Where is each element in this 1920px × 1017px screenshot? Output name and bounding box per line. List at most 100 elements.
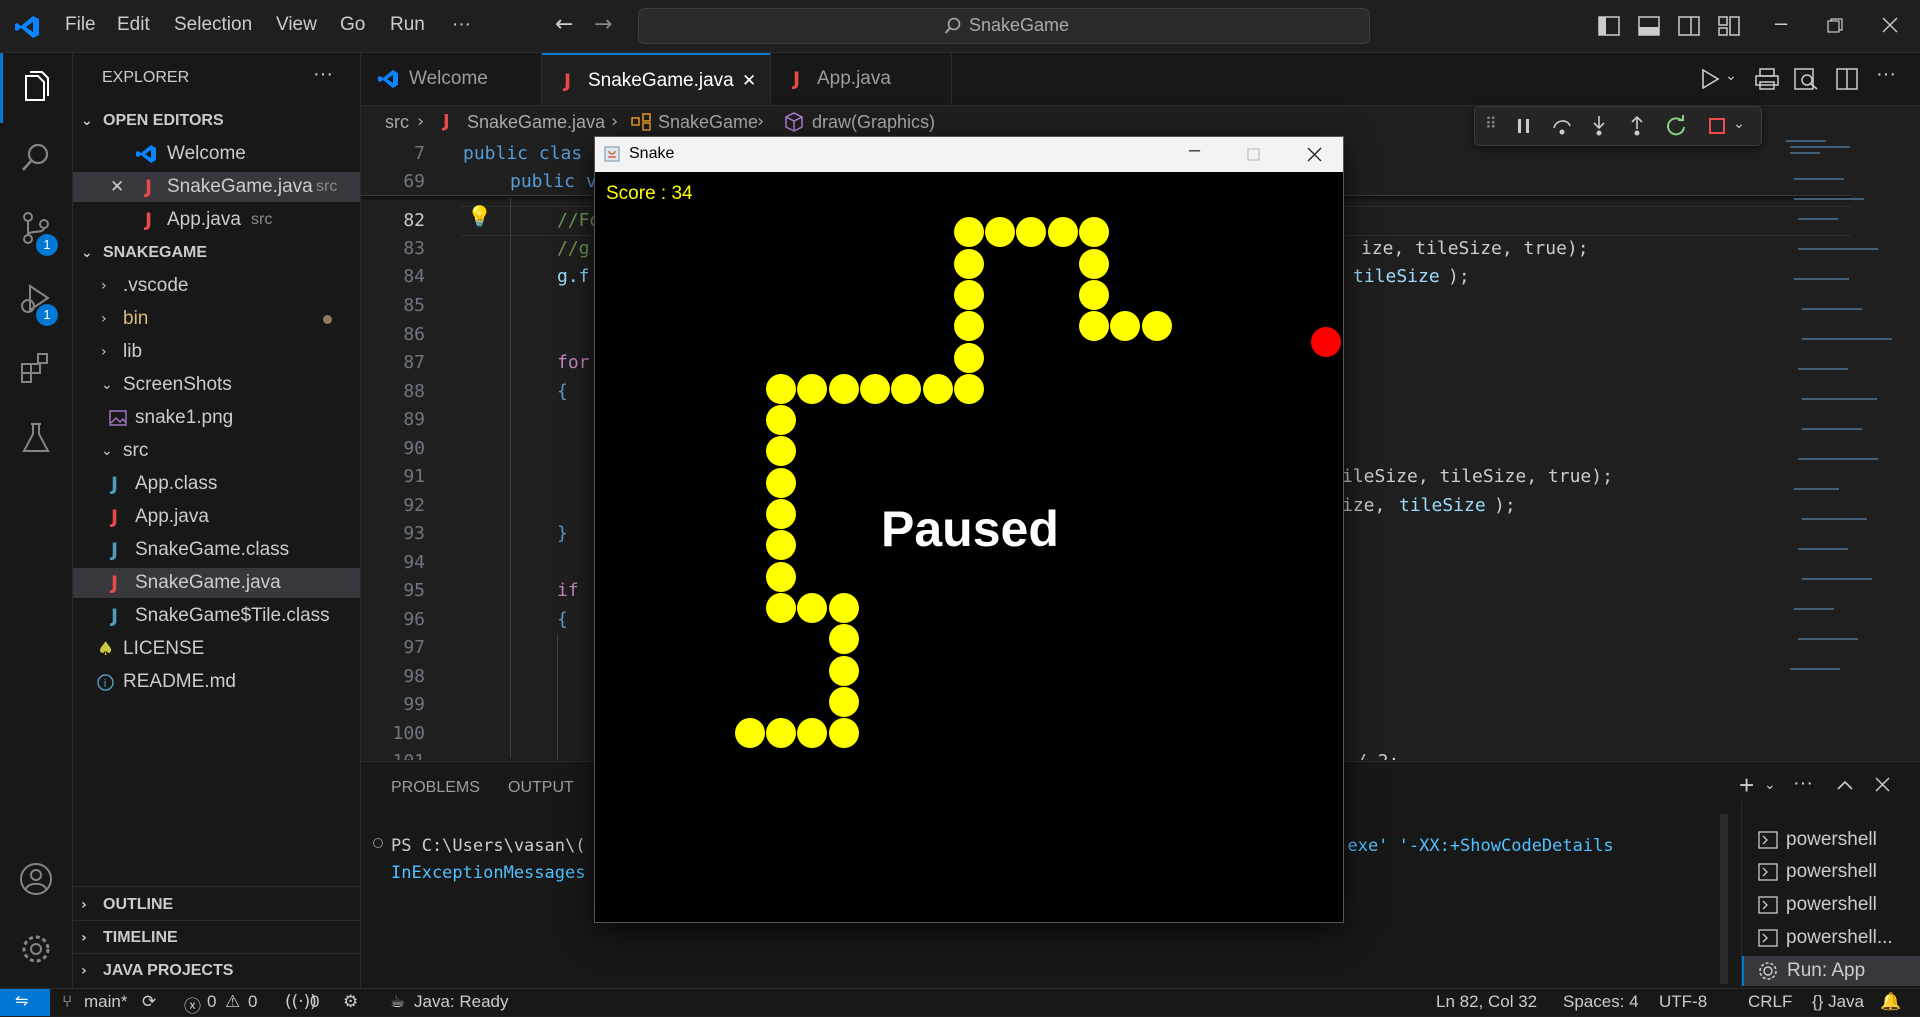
java-status[interactable]: Java: Ready xyxy=(414,992,509,1012)
file-license[interactable]: ♠ LICENSE xyxy=(73,634,360,664)
pause-icon[interactable] xyxy=(1517,118,1531,134)
tab-output[interactable]: OUTPUT xyxy=(508,779,574,797)
folder-screenshots[interactable]: ⌄ ScreenShots xyxy=(73,370,360,400)
branch-name[interactable]: main* xyxy=(84,992,127,1012)
open-editor-app[interactable]: J App.java src xyxy=(73,205,360,235)
run-play-icon[interactable] xyxy=(1700,69,1720,89)
line-endings[interactable]: CRLF xyxy=(1748,992,1792,1012)
folder-vscode[interactable]: › .vscode xyxy=(73,271,360,301)
notifications-bell-icon[interactable]: 🔔 xyxy=(1880,992,1901,1012)
toggle-primary-sidebar-icon[interactable] xyxy=(1598,16,1620,36)
toggle-panel-icon[interactable] xyxy=(1638,16,1660,36)
new-terminal-icon[interactable]: + xyxy=(1739,770,1754,801)
code-line: for xyxy=(557,352,590,373)
restore-window-icon[interactable] xyxy=(1827,18,1843,34)
snake-game-canvas[interactable]: Score : 34 Paused xyxy=(595,172,1343,922)
maximize-panel-icon[interactable] xyxy=(1837,780,1853,790)
step-into-icon[interactable] xyxy=(1589,115,1609,137)
file-readme[interactable]: i README.md xyxy=(73,667,360,697)
step-out-icon[interactable] xyxy=(1627,115,1647,137)
folder-src[interactable]: ⌄ src xyxy=(73,436,360,466)
terminal-list-item-active[interactable]: Run: App xyxy=(1742,956,1920,986)
tab-problems[interactable]: PROBLEMS xyxy=(391,779,480,797)
outline-section[interactable]: › OUTLINE xyxy=(73,890,360,920)
accounts-icon[interactable] xyxy=(18,861,54,897)
file-app-java[interactable]: J App.java xyxy=(73,502,360,532)
java-projects-section[interactable]: › JAVA PROJECTS xyxy=(73,956,360,986)
settings-gear-icon[interactable] xyxy=(18,931,54,967)
more-actions-icon[interactable]: ··· xyxy=(313,63,333,86)
menu-file[interactable]: File xyxy=(65,14,96,36)
testing-flask-icon[interactable] xyxy=(18,420,54,456)
snake-maximize-icon[interactable] xyxy=(1247,148,1260,161)
breadcrumb-method[interactable]: draw(Graphics) xyxy=(812,106,935,138)
tab-welcome[interactable]: Welcome xyxy=(361,53,542,105)
split-editor-icon[interactable] xyxy=(1836,68,1858,90)
indentation[interactable]: Spaces: 4 xyxy=(1563,992,1639,1012)
panel-more-icon[interactable]: ··· xyxy=(1793,772,1813,795)
search-sidebar-icon[interactable] xyxy=(18,140,54,176)
file-app-class[interactable]: J App.class xyxy=(73,469,360,499)
snakegame-section[interactable]: ⌄ SNAKEGAME xyxy=(73,238,360,268)
file-snakegame-java[interactable]: J SnakeGame.java xyxy=(73,568,360,598)
restart-icon[interactable] xyxy=(1665,115,1687,137)
back-arrow-icon[interactable]: ← xyxy=(555,12,573,37)
snake-minimize-icon[interactable]: – xyxy=(1189,139,1200,162)
file-snakegame-class[interactable]: J SnakeGame.class xyxy=(73,535,360,565)
minimize-window-icon[interactable]: – xyxy=(1775,10,1787,36)
menu-more[interactable]: ··· xyxy=(452,14,471,36)
drag-handle-icon[interactable]: ⠿ xyxy=(1485,114,1497,134)
snake-window-titlebar[interactable]: Snake – xyxy=(595,137,1343,172)
menu-go[interactable]: Go xyxy=(340,14,365,36)
terminal-dropdown-icon[interactable]: ⌄ xyxy=(1764,776,1776,793)
line-number: 84 xyxy=(403,266,425,287)
tab-app-java[interactable]: J App.java xyxy=(771,53,952,105)
breadcrumb-src[interactable]: src xyxy=(385,106,409,138)
menu-view[interactable]: View xyxy=(276,14,317,36)
print-icon[interactable] xyxy=(1755,68,1779,90)
folder-bin[interactable]: › bin xyxy=(73,304,360,334)
menu-selection[interactable]: Selection xyxy=(174,14,252,36)
snake-close-icon[interactable] xyxy=(1307,147,1322,162)
sync-icon[interactable]: ⟳ xyxy=(142,992,156,1012)
step-over-icon[interactable] xyxy=(1551,116,1573,136)
open-editor-snakegame[interactable]: ✕ J SnakeGame.java src xyxy=(73,172,360,202)
folder-lib[interactable]: › lib xyxy=(73,337,360,367)
tab-snakegame-java[interactable]: J SnakeGame.java ✕ xyxy=(542,53,771,105)
editor-more-icon[interactable]: ··· xyxy=(1876,63,1896,86)
error-count[interactable]: 0 xyxy=(207,992,216,1012)
ports-count[interactable]: 0 xyxy=(310,992,319,1012)
language-mode[interactable]: {} Java xyxy=(1812,992,1864,1012)
encoding[interactable]: UTF-8 xyxy=(1659,992,1707,1012)
open-editor-welcome[interactable]: Welcome xyxy=(73,139,360,169)
stop-icon[interactable] xyxy=(1709,118,1725,134)
lightbulb-icon[interactable]: 💡 xyxy=(467,204,492,229)
open-editors-section[interactable]: ⌄ OPEN EDITORS xyxy=(73,106,360,136)
file-snakegame-tile-class[interactable]: J SnakeGame$Tile.class xyxy=(73,601,360,631)
customize-layout-icon[interactable] xyxy=(1718,16,1740,36)
open-preview-icon[interactable] xyxy=(1794,68,1818,90)
debug-launch-icon[interactable]: ⚙ xyxy=(343,992,358,1012)
command-center-search[interactable]: SnakeGame xyxy=(638,8,1370,44)
debug-dropdown-icon[interactable]: ⌄ xyxy=(1733,115,1745,132)
remote-indicator[interactable]: ⇋ xyxy=(0,989,50,1016)
snake-game-window[interactable]: Snake – Score : 34 Paused xyxy=(594,136,1344,923)
cursor-position[interactable]: Ln 82, Col 32 xyxy=(1436,992,1537,1012)
menu-run[interactable]: Run xyxy=(390,14,425,36)
breadcrumb-class[interactable]: SnakeGame xyxy=(658,106,758,138)
extensions-icon[interactable] xyxy=(18,350,54,386)
toggle-secondary-sidebar-icon[interactable] xyxy=(1678,16,1700,36)
file-snake1-png[interactable]: snake1.png xyxy=(73,403,360,433)
close-window-icon[interactable] xyxy=(1882,17,1898,33)
forward-arrow-icon[interactable]: → xyxy=(594,12,612,37)
timeline-section[interactable]: › TIMELINE xyxy=(73,923,360,953)
menu-edit[interactable]: Edit xyxy=(117,14,150,36)
close-icon[interactable]: ✕ xyxy=(110,172,124,202)
close-panel-icon[interactable] xyxy=(1875,777,1890,792)
tab-close-icon[interactable]: ✕ xyxy=(742,55,756,107)
breadcrumb-file[interactable]: SnakeGame.java xyxy=(467,106,605,138)
explorer-files-icon[interactable] xyxy=(18,70,54,106)
run-dropdown-icon[interactable]: ⌄ xyxy=(1725,67,1737,84)
minimap[interactable] xyxy=(1780,138,1900,678)
warning-count[interactable]: 0 xyxy=(248,992,257,1012)
